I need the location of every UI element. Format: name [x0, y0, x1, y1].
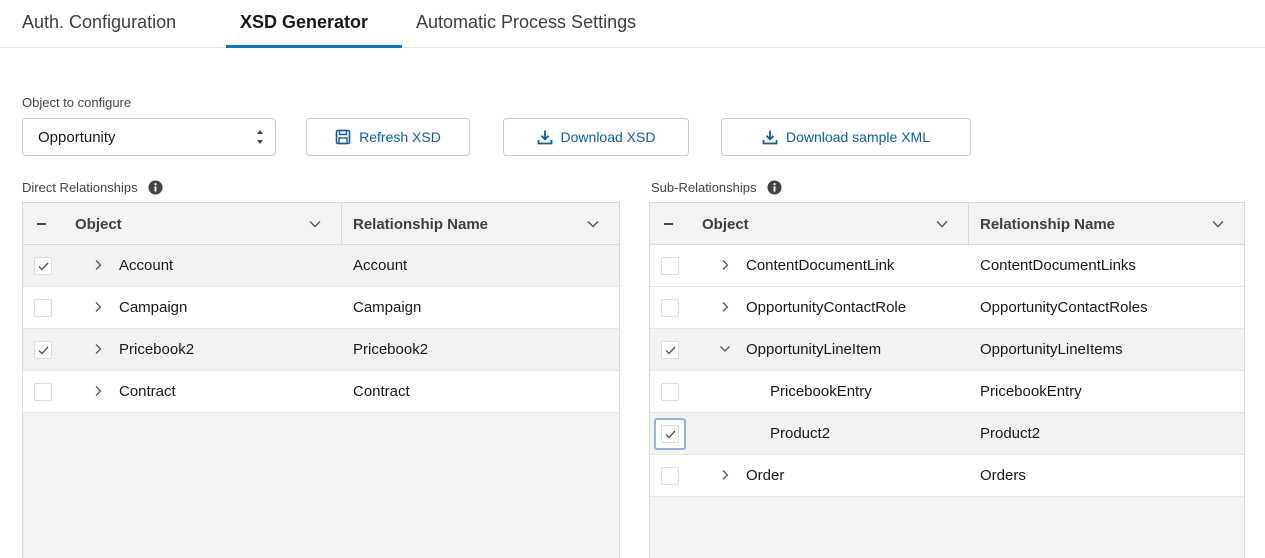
refresh-xsd-label: Refresh XSD [359, 129, 441, 145]
object-select-value: Opportunity [38, 129, 116, 146]
column-header-relationship-name[interactable]: Relationship Name [353, 203, 488, 245]
table-row[interactable]: OpportunityContactRole OpportunityContact… [650, 287, 1244, 329]
checkmark-icon [38, 262, 49, 271]
object-cell: Order [746, 467, 785, 484]
table-row[interactable]: Account Account [23, 245, 619, 287]
row-checkbox[interactable] [661, 299, 679, 317]
chevron-right-icon[interactable] [720, 469, 730, 481]
row-checkbox[interactable] [661, 341, 679, 359]
checkmark-icon [665, 346, 676, 355]
row-checkbox[interactable] [34, 299, 52, 317]
relationship-name-cell: Product2 [980, 425, 1041, 442]
object-cell: PricebookEntry [770, 383, 872, 400]
table-row[interactable]: Pricebook2 Pricebook2 [23, 329, 619, 371]
sub-relationships-label: Sub-Relationships [651, 180, 757, 195]
column-header-object[interactable]: Object [75, 203, 122, 245]
download-sample-xml-label: Download sample XML [786, 129, 930, 145]
select-all-checkbox[interactable] [660, 216, 676, 232]
chevron-down-icon[interactable] [309, 218, 321, 230]
row-checkbox[interactable] [661, 257, 679, 275]
column-divider[interactable] [968, 203, 969, 245]
row-checkbox[interactable] [34, 257, 52, 275]
row-checkbox[interactable] [654, 418, 686, 450]
table-row[interactable]: Contract Contract [23, 371, 619, 413]
active-tab-indicator [226, 45, 402, 48]
download-icon [762, 130, 778, 145]
chevron-right-icon[interactable] [720, 301, 730, 313]
table-row[interactable]: Campaign Campaign [23, 287, 619, 329]
relationship-name-cell: Campaign [353, 299, 422, 316]
download-xsd-button[interactable]: Download XSD [503, 118, 689, 156]
checkmark-icon [665, 430, 676, 439]
checkmark-icon [38, 346, 49, 355]
row-checkbox[interactable] [661, 383, 679, 401]
table-row[interactable]: OpportunityLineItem OpportunityLineItems [650, 329, 1244, 371]
column-header-relationship-name[interactable]: Relationship Name [980, 203, 1115, 245]
sub-relationships-table: Object Relationship Name ContentDocument… [649, 202, 1245, 558]
minus-icon [36, 223, 46, 225]
chevron-right-icon[interactable] [93, 301, 103, 313]
minus-icon [663, 223, 673, 225]
tab-bar: Auth. Configuration XSD Generator Automa… [0, 0, 1265, 48]
select-updown-icon [257, 130, 263, 144]
relationship-name-cell: ContentDocumentLinks [980, 257, 1136, 274]
row-checkbox[interactable] [661, 467, 679, 485]
refresh-xsd-button[interactable]: Refresh XSD [306, 118, 470, 156]
download-sample-xml-button[interactable]: Download sample XML [721, 118, 971, 156]
table-row[interactable]: Product2 Product2 [650, 413, 1244, 455]
object-cell: Contract [119, 383, 176, 400]
chevron-right-icon[interactable] [720, 259, 730, 271]
relationship-name-cell: OpportunityLineItems [980, 341, 1123, 358]
direct-relationships-title: Direct Relationships [22, 180, 163, 195]
info-icon[interactable] [148, 180, 163, 195]
tab-automatic-process-settings[interactable]: Automatic Process Settings [416, 12, 636, 33]
relationship-name-cell: Pricebook2 [353, 341, 429, 358]
relationship-name-cell: Contract [353, 383, 410, 400]
table-row[interactable]: PricebookEntry PricebookEntry [650, 371, 1244, 413]
object-cell: OpportunityContactRole [746, 299, 907, 316]
object-cell: Account [119, 257, 174, 274]
table-row[interactable]: ContentDocumentLink ContentDocumentLinks [650, 245, 1244, 287]
tab-auth-configuration[interactable]: Auth. Configuration [22, 12, 176, 33]
row-checkbox[interactable] [34, 383, 52, 401]
chevron-down-icon[interactable] [1212, 218, 1224, 230]
save-icon [335, 129, 351, 145]
direct-relationships-table: Object Relationship Name Account Account C… [22, 202, 620, 558]
relationship-name-cell: OpportunityContactRoles [980, 299, 1148, 316]
sub-relationships-title: Sub-Relationships [651, 180, 782, 195]
download-xsd-label: Download XSD [560, 129, 656, 145]
tab-xsd-generator[interactable]: XSD Generator [240, 12, 368, 33]
object-select-label: Object to configure [22, 95, 132, 110]
object-cell: Pricebook2 [119, 341, 195, 358]
chevron-down-icon[interactable] [587, 218, 599, 230]
relationship-name-cell: Orders [980, 467, 1026, 484]
object-select[interactable]: Opportunity [22, 118, 276, 156]
chevron-right-icon[interactable] [93, 385, 103, 397]
column-header-object[interactable]: Object [702, 203, 749, 245]
object-cell: OpportunityLineItem [746, 341, 882, 358]
chevron-down-icon[interactable] [936, 218, 948, 230]
chevron-right-icon[interactable] [93, 343, 103, 355]
row-checkbox[interactable] [34, 341, 52, 359]
table-header: Object Relationship Name [650, 203, 1244, 245]
info-icon[interactable] [766, 180, 782, 195]
chevron-down-icon[interactable] [720, 343, 730, 355]
relationship-name-cell: Account [353, 257, 408, 274]
column-divider[interactable] [341, 203, 342, 245]
download-icon [537, 130, 552, 145]
object-cell: Product2 [770, 425, 831, 442]
select-all-checkbox[interactable] [33, 216, 49, 232]
object-cell: Campaign [119, 299, 188, 316]
chevron-right-icon[interactable] [93, 259, 103, 271]
direct-relationships-label: Direct Relationships [22, 180, 138, 195]
table-header: Object Relationship Name [23, 203, 619, 245]
object-cell: ContentDocumentLink [746, 257, 895, 274]
relationship-name-cell: PricebookEntry [980, 383, 1082, 400]
table-row[interactable]: Order Orders [650, 455, 1244, 497]
